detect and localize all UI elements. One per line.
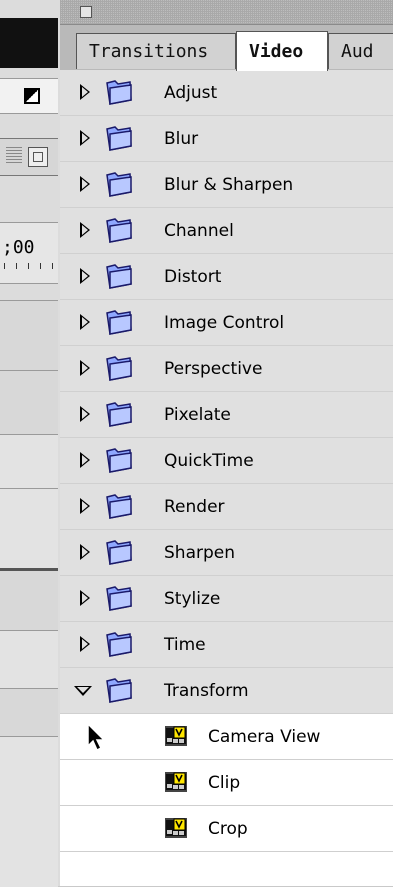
folder-row[interactable]: Time — [60, 622, 393, 668]
list-view-icon[interactable] — [6, 147, 22, 165]
folder-row[interactable]: QuickTime — [60, 438, 393, 484]
tab-video[interactable]: Video — [236, 31, 328, 71]
video-effect-icon — [165, 818, 187, 838]
folder-row[interactable]: Render — [60, 484, 393, 530]
effect-label: Clip — [208, 773, 241, 793]
palette-title-bar[interactable] — [60, 0, 393, 25]
folder-row[interactable]: Adjust — [60, 70, 393, 116]
icon-view-icon[interactable] — [28, 147, 48, 167]
effect-label: Camera View — [208, 727, 321, 747]
timeline-track[interactable] — [0, 488, 58, 569]
video-effect-icon — [165, 726, 187, 746]
folder-row[interactable]: Sharpen — [60, 530, 393, 576]
disclosure-triangle-icon[interactable] — [80, 84, 90, 100]
disclosure-triangle-icon[interactable] — [80, 360, 90, 376]
toggle-display-button[interactable] — [0, 78, 58, 114]
close-box-icon[interactable] — [80, 6, 92, 18]
folder-icon — [106, 264, 132, 289]
folder-icon — [106, 632, 132, 657]
disclosure-triangle-icon[interactable] — [80, 498, 90, 514]
folder-row[interactable]: Blur — [60, 116, 393, 162]
folder-row[interactable]: Channel — [60, 208, 393, 254]
folder-label: Image Control — [164, 313, 285, 333]
disclosure-triangle-icon[interactable] — [80, 314, 90, 330]
folder-label: Transform — [164, 681, 249, 701]
folder-label: Pixelate — [164, 405, 231, 425]
folder-row[interactable]: Perspective — [60, 346, 393, 392]
folder-row[interactable]: Distort — [60, 254, 393, 300]
folder-icon — [106, 126, 132, 151]
timeline-view-controls — [0, 138, 58, 176]
folder-label: Stylize — [164, 589, 221, 609]
folder-icon — [106, 540, 132, 565]
disclosure-triangle-open-icon[interactable] — [74, 686, 92, 696]
disclosure-triangle-icon[interactable] — [80, 268, 90, 284]
video-effect-icon — [165, 772, 187, 792]
folder-label: Sharpen — [164, 543, 235, 563]
folder-icon — [106, 218, 132, 243]
folder-label: Blur — [164, 129, 199, 149]
folder-icon — [106, 356, 132, 381]
folder-row[interactable]: Blur & Sharpen — [60, 162, 393, 208]
monitor-preview-area — [0, 18, 58, 68]
folder-label: Perspective — [164, 359, 263, 379]
effect-item[interactable]: Crop — [60, 806, 393, 852]
disclosure-triangle-icon[interactable] — [80, 636, 90, 652]
effects-folder-list: Adjust Blur Blur & Sharpen Channel Distort Im… — [60, 70, 393, 852]
disclosure-triangle-icon[interactable] — [80, 176, 90, 192]
folder-icon — [106, 172, 132, 197]
folder-icon — [106, 678, 132, 703]
contrast-icon — [24, 88, 40, 104]
disclosure-triangle-icon[interactable] — [80, 130, 90, 146]
timeline-track[interactable] — [0, 736, 58, 887]
disclosure-triangle-icon[interactable] — [80, 544, 90, 560]
palette-tab-bar: Transitions Video Aud — [60, 25, 393, 71]
folder-icon — [106, 448, 132, 473]
folder-row[interactable]: Transform — [60, 668, 393, 714]
ruler-ticks — [4, 263, 54, 269]
timeline-track[interactable] — [0, 434, 58, 489]
folder-icon — [106, 586, 132, 611]
timeline-track[interactable] — [0, 688, 58, 737]
disclosure-triangle-icon[interactable] — [80, 406, 90, 422]
timeline-panel-fragment: ;00 — [0, 0, 62, 887]
timecode-label: ;00 — [2, 237, 35, 258]
timeline-track[interactable] — [0, 568, 58, 633]
folder-label: Channel — [164, 221, 234, 241]
folder-label: Distort — [164, 267, 222, 287]
timeline-track[interactable] — [0, 630, 58, 689]
folder-label: Blur & Sharpen — [164, 175, 294, 195]
folder-label: QuickTime — [164, 451, 254, 471]
disclosure-triangle-icon[interactable] — [80, 452, 90, 468]
folder-icon — [106, 494, 132, 519]
video-effects-palette: Transitions Video Aud Adjust Blur Blur & S… — [60, 0, 393, 886]
folder-label: Render — [164, 497, 225, 517]
disclosure-triangle-icon[interactable] — [80, 590, 90, 606]
folder-icon — [106, 402, 132, 427]
effect-item[interactable]: Camera View — [60, 714, 393, 760]
disclosure-triangle-icon[interactable] — [80, 222, 90, 238]
mouse-pointer-icon — [87, 722, 106, 752]
folder-label: Adjust — [164, 83, 218, 103]
folder-label: Time — [164, 635, 206, 655]
effect-item[interactable]: Clip — [60, 760, 393, 806]
folder-icon — [106, 80, 132, 105]
tab-transitions[interactable]: Transitions — [76, 33, 236, 69]
time-ruler[interactable]: ;00 — [0, 222, 58, 284]
folder-row[interactable]: Pixelate — [60, 392, 393, 438]
effect-label: Crop — [208, 819, 248, 839]
tab-audio[interactable]: Aud — [328, 33, 393, 69]
timeline-track[interactable] — [0, 370, 58, 435]
timeline-track[interactable] — [0, 300, 58, 371]
folder-row[interactable]: Stylize — [60, 576, 393, 622]
folder-row[interactable]: Image Control — [60, 300, 393, 346]
folder-icon — [106, 310, 132, 335]
